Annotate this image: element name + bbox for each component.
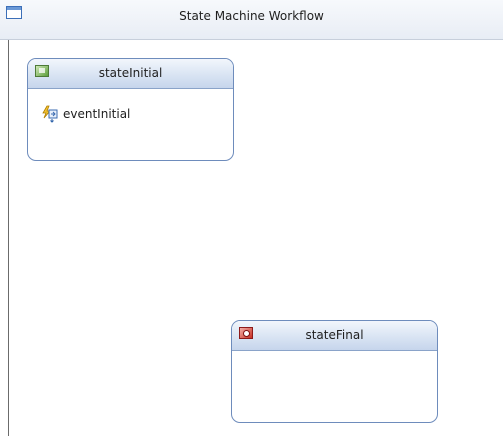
workflow-header: State Machine Workflow: [0, 0, 503, 40]
event-initial-label: eventInitial: [63, 107, 131, 121]
state-final-title: stateFinal: [305, 328, 364, 342]
designer-left-border: [8, 40, 9, 436]
state-initial[interactable]: stateInitial eventInitial: [27, 58, 234, 161]
state-initial-header[interactable]: stateInitial: [28, 59, 233, 89]
state-final-header[interactable]: stateFinal: [232, 321, 437, 351]
state-initial-title: stateInitial: [98, 66, 163, 80]
workflow-designer-canvas[interactable]: State Machine Workflow stateInitial even…: [0, 0, 503, 436]
state-final[interactable]: stateFinal: [231, 320, 438, 423]
event-driven-icon: [41, 105, 59, 123]
workflow-title: State Machine Workflow: [179, 9, 324, 23]
